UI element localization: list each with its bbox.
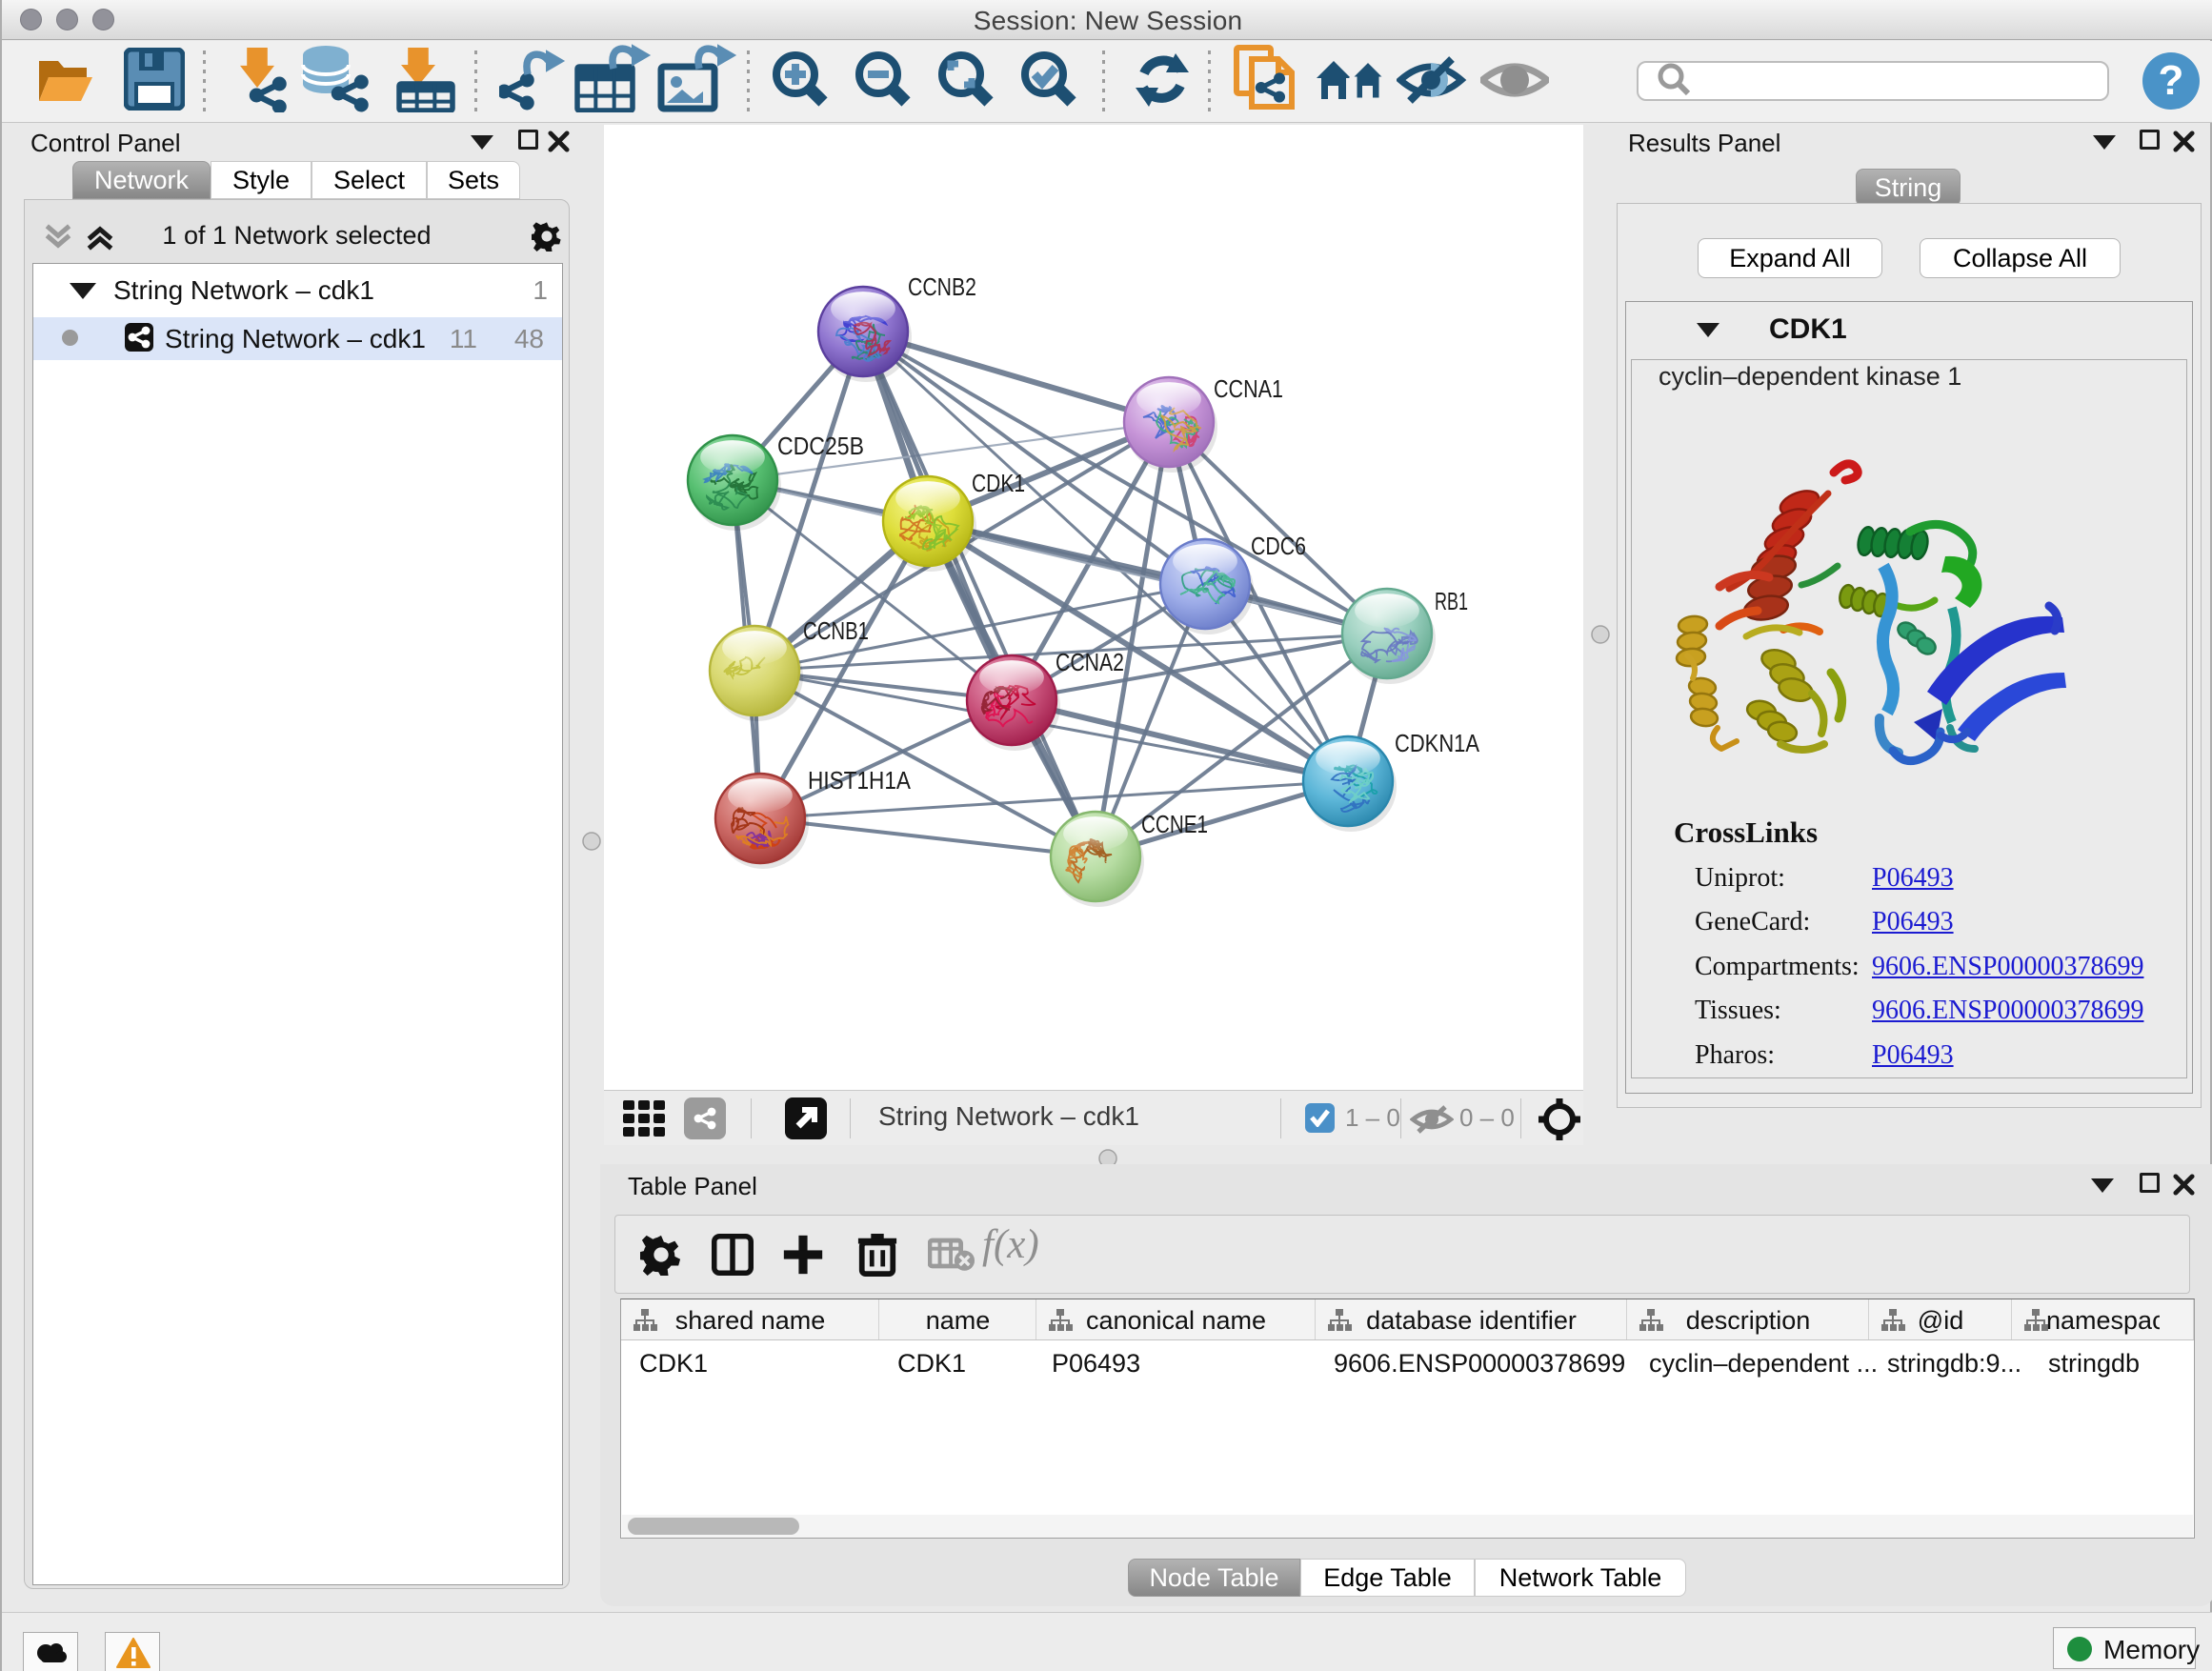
svg-text:CCNE1: CCNE1 (1141, 810, 1208, 838)
svg-text:CCNB1: CCNB1 (803, 616, 869, 645)
svg-text:RB1: RB1 (1435, 587, 1468, 615)
svg-text:CCNA1: CCNA1 (1214, 374, 1283, 403)
svg-text:CDC25B: CDC25B (777, 432, 864, 460)
svg-text:CCNB2: CCNB2 (908, 272, 976, 301)
svg-text:CDK1: CDK1 (972, 469, 1025, 497)
svg-text:?: ? (2159, 57, 2184, 104)
svg-text:CCNA2: CCNA2 (1056, 648, 1124, 676)
svg-text:HIST1H1A: HIST1H1A (808, 766, 912, 795)
svg-text:CDKN1A: CDKN1A (1395, 729, 1480, 757)
svg-text:CDC6: CDC6 (1251, 532, 1306, 560)
